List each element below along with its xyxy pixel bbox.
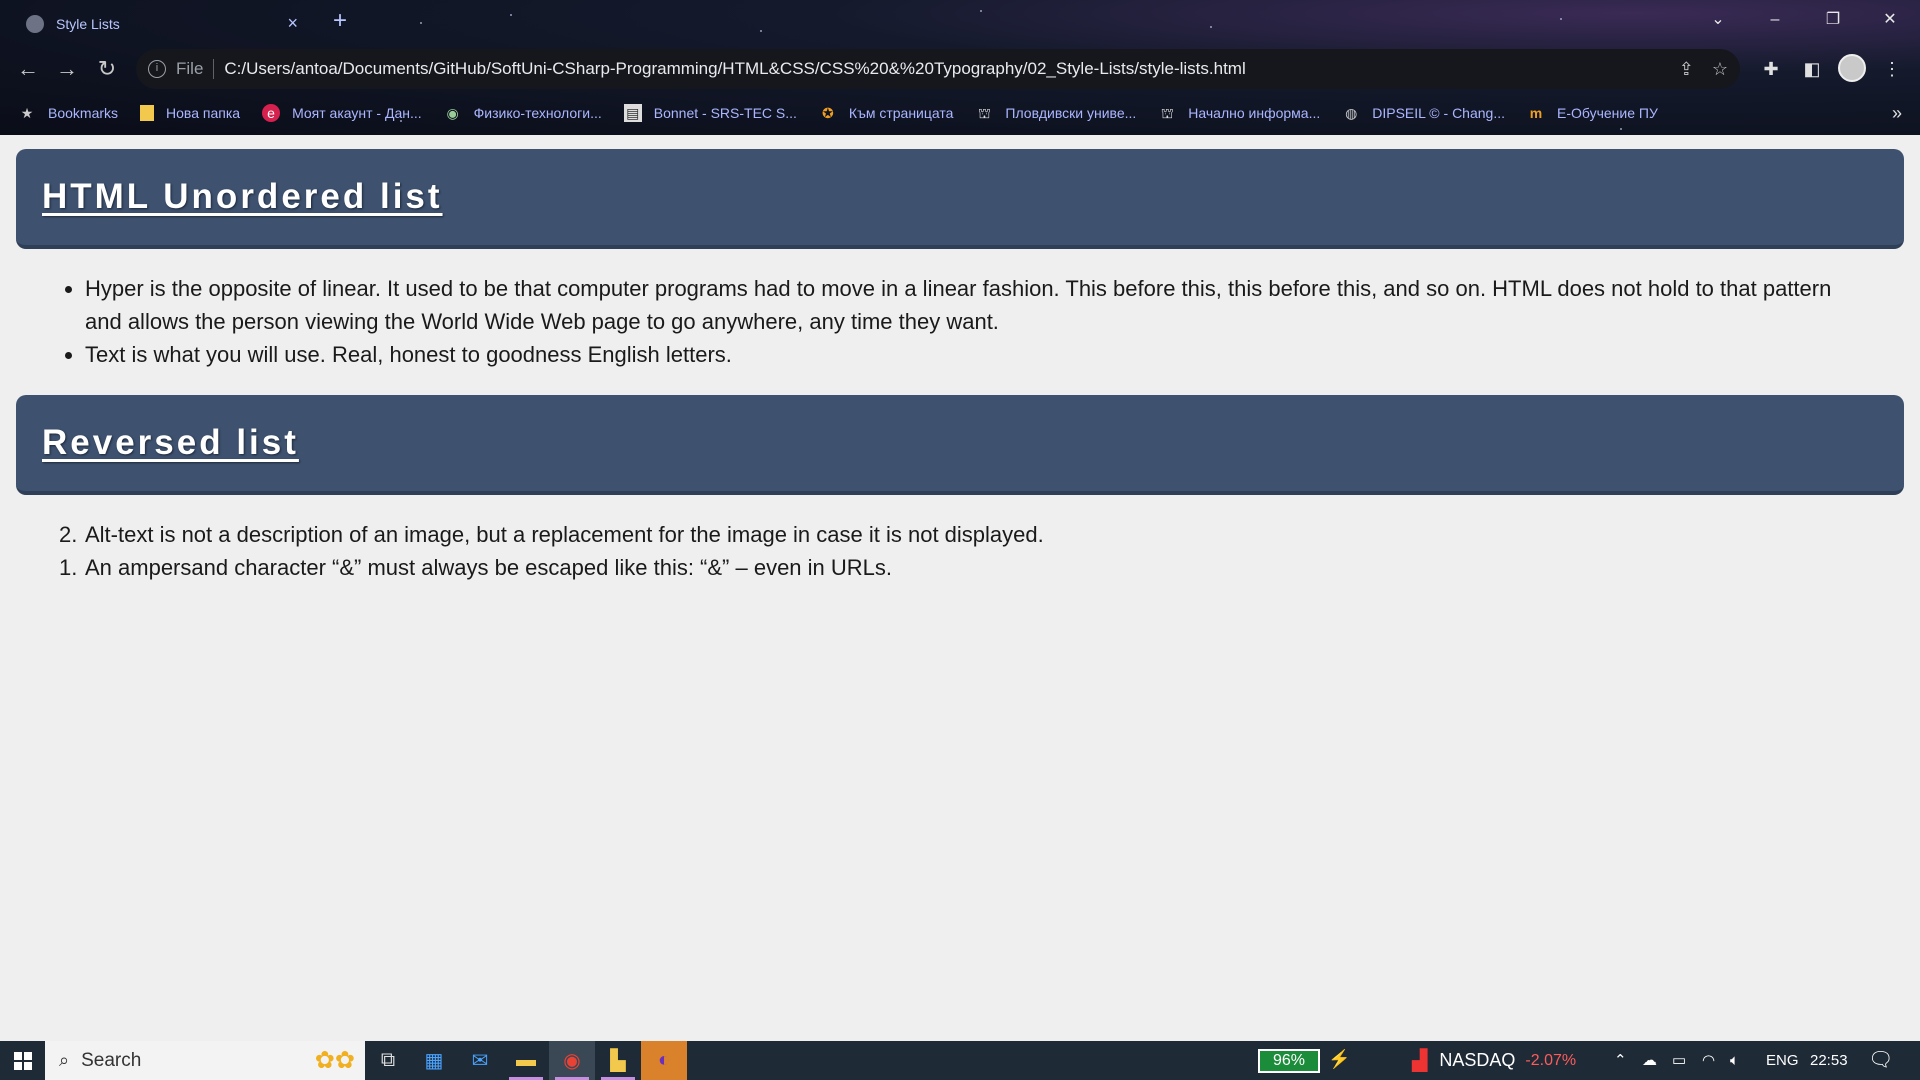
windows-taskbar: ⌕ Search ✿✿ ⧉ ▦ ✉ ▬ ◉ ▙ ◐: [0, 1041, 1920, 1080]
flower-highlight-icon: ✿✿: [314, 1047, 355, 1074]
restore-button[interactable]: ❐: [1810, 4, 1856, 36]
bookmarks-overflow-button[interactable]: »: [1892, 97, 1902, 129]
address-bar[interactable]: i File C:/Users/antoa/Documents/GitHub/S…: [136, 49, 1740, 89]
wifi-icon[interactable]: ◠: [1702, 1041, 1715, 1080]
bookmark-item[interactable]: Нова папка: [140, 105, 240, 121]
github-icon[interactable]: ◐: [641, 1041, 687, 1080]
bookmark-item[interactable]: ▤ Bonnet - SRS-TEC S...: [623, 104, 797, 122]
list-item-text: An ampersand character “&” must always b…: [85, 555, 893, 580]
mail-icon[interactable]: ✉: [457, 1041, 503, 1080]
tab-strip: Style Lists × + ⌄ – ❐ ✕: [0, 0, 1920, 41]
bookmark-item[interactable]: ◍ DIPSEIL © - Chang...: [1342, 104, 1505, 122]
ticker-change: -2.07%: [1525, 1051, 1577, 1069]
list-item: 2. Alt-text is not a description of an im…: [59, 518, 1900, 551]
taskbar-search-box[interactable]: ⌕ Search ✿✿: [45, 1041, 365, 1080]
reversed-list: 2. Alt-text is not a description of an im…: [0, 518, 1900, 584]
reload-icon[interactable]: ↻: [93, 55, 121, 83]
onedrive-cloud-icon[interactable]: ☁: [1642, 1041, 1657, 1080]
globe-icon: ◉: [446, 105, 459, 121]
bookmark-item[interactable]: ✪ Към страницата: [819, 104, 953, 122]
profile-avatar[interactable]: [1838, 54, 1866, 82]
clock-time[interactable]: 22:53: [1810, 1041, 1848, 1080]
bookmark-item[interactable]: ⛫ Пловдивски униве...: [975, 104, 1136, 122]
forward-arrow-icon[interactable]: →: [53, 55, 81, 83]
store-icon[interactable]: ▦: [411, 1041, 457, 1080]
battery-percentage-badge[interactable]: 96%: [1258, 1049, 1320, 1073]
task-view-icon[interactable]: ⧉: [365, 1041, 411, 1080]
notifications-icon[interactable]: 🗨︎: [1868, 1041, 1893, 1080]
info-icon[interactable]: i: [148, 60, 166, 78]
minimize-button[interactable]: –: [1752, 4, 1798, 36]
back-arrow-icon[interactable]: ←: [14, 55, 42, 83]
plug-icon: ⚡: [1328, 1049, 1351, 1069]
bookmarks-bar: ★ Bookmarks Нова папка e Моят акаунт - Дан…: [0, 97, 1920, 129]
url-scheme: File: [176, 59, 215, 79]
stock-ticker-widget[interactable]: ▟ NASDAQ -2.07%: [1412, 1041, 1576, 1080]
search-label: Search: [81, 1049, 142, 1071]
bookmark-item[interactable]: ⛫ Начално информа...: [1158, 104, 1320, 122]
chrome-icon[interactable]: ◉: [549, 1041, 595, 1080]
share-icon[interactable]: ⇪: [1679, 59, 1694, 80]
arrow-icon: ✪: [822, 105, 834, 121]
close-window-button[interactable]: ✕: [1867, 4, 1913, 36]
extensions-icon[interactable]: ✚: [1757, 55, 1785, 83]
new-tab-button[interactable]: +: [325, 6, 355, 36]
star-icon: ★: [20, 105, 34, 121]
tab-style-lists[interactable]: Style Lists ×: [14, 6, 310, 41]
page-icon: ▤: [623, 104, 642, 122]
show-hidden-icons-chevron-icon[interactable]: ⌃: [1614, 1041, 1627, 1080]
side-panel-icon[interactable]: ◧: [1798, 55, 1826, 83]
globe-icon: [26, 14, 44, 33]
app-l-icon[interactable]: ▙: [595, 1041, 641, 1080]
unordered-list-heading: HTML Unordered list: [42, 177, 443, 216]
page-content: HTML Unordered list Hyper is the opposit…: [0, 135, 1920, 1041]
ticker-name: NASDAQ: [1439, 1050, 1516, 1070]
stock-down-chart-icon: ▟: [1412, 1050, 1428, 1072]
globe-icon: ◍: [1345, 105, 1358, 121]
folder-icon: [140, 105, 155, 121]
bookmark-item[interactable]: m Е-Обучение ПУ: [1527, 104, 1658, 122]
bookmark-item[interactable]: ★ Bookmarks: [18, 104, 118, 122]
search-icon: ⌕: [59, 1050, 70, 1070]
bookmark-item[interactable]: ◉ Физико-технологи...: [444, 104, 602, 122]
file-explorer-icon[interactable]: ▬: [503, 1041, 549, 1080]
windows-logo-icon: [13, 1051, 32, 1070]
unordered-list-header: HTML Unordered list: [16, 149, 1904, 249]
close-tab-icon[interactable]: ×: [287, 13, 298, 34]
browser-toolbar: ← → ↻ i File C:/Users/antoa/Documents/Gi…: [0, 45, 1920, 93]
start-button[interactable]: [0, 1041, 45, 1080]
m-icon: m: [1529, 105, 1543, 121]
university-icon: ⛫: [977, 105, 991, 121]
list-item-text: Alt-text is not a description of an imag…: [85, 522, 1044, 547]
language-indicator[interactable]: ENG: [1766, 1041, 1799, 1080]
volume-icon[interactable]: 🔈︎: [1730, 1041, 1739, 1080]
unordered-list: Hyper is the opposite of linear. It used…: [0, 272, 1900, 371]
university-icon: ⛫: [1160, 105, 1174, 121]
reversed-list-header: Reversed list: [16, 395, 1904, 495]
url-text[interactable]: C:/Users/antoa/Documents/GitHub/SoftUni-…: [224, 59, 1660, 79]
list-item: 1. An ampersand character “&” must always…: [59, 551, 1900, 584]
bookmark-star-icon[interactable]: ☆: [1712, 59, 1728, 80]
tab-title: Style Lists: [56, 15, 120, 32]
list-item: Text is what you will use. Real, honest …: [85, 338, 1900, 371]
reversed-list-heading: Reversed list: [42, 423, 299, 462]
list-number: 1.: [59, 555, 78, 580]
e-icon: e: [262, 104, 281, 122]
list-number: 2.: [59, 522, 78, 547]
bookmark-item[interactable]: e Моят акаунт - Дан...: [262, 104, 422, 122]
tab-search-chevron-icon[interactable]: ⌄: [1695, 4, 1741, 36]
list-item: Hyper is the opposite of linear. It used…: [85, 272, 1900, 338]
battery-icon[interactable]: ▭: [1672, 1041, 1686, 1080]
browser-chrome: Style Lists × + ⌄ – ❐ ✕ ← → ↻ i File C:/…: [0, 0, 1920, 135]
menu-kebab-icon[interactable]: ⋮: [1878, 55, 1906, 83]
